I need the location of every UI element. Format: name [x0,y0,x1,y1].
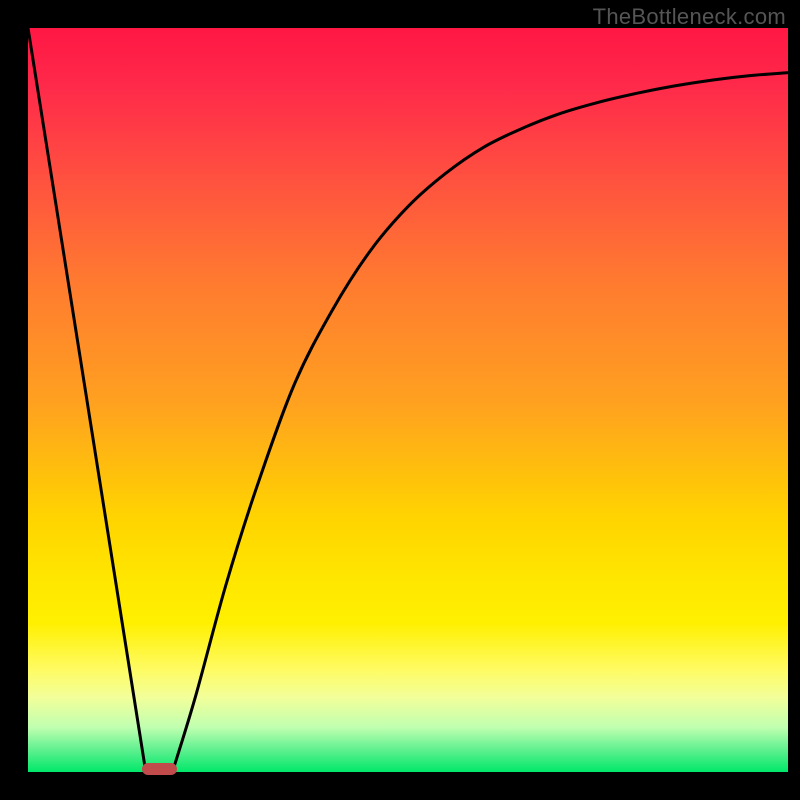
right-ascending-curve [172,73,788,772]
attribution-text: TheBottleneck.com [593,4,786,30]
curve-layer [28,28,788,772]
chart-frame: TheBottleneck.com [0,0,800,800]
left-descending-line [28,28,146,772]
base-marker-pill [142,763,177,775]
